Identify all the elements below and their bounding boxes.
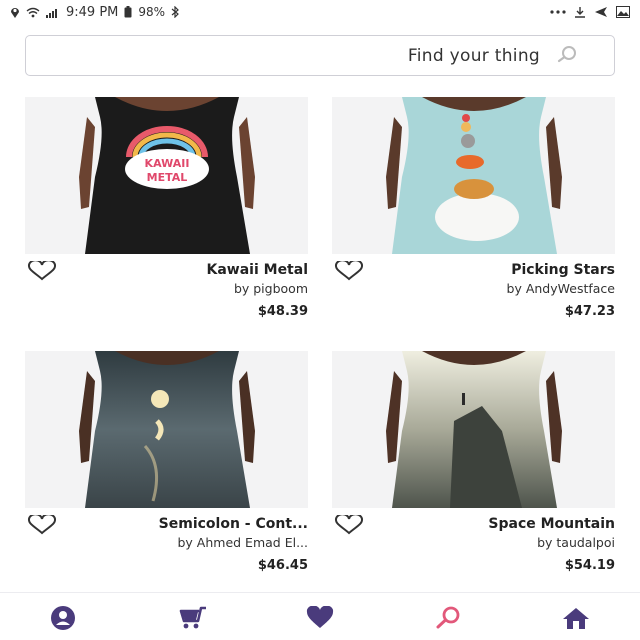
battery-icon [124, 6, 132, 18]
product-image[interactable]: KAWAII METAL [25, 97, 308, 254]
product-image[interactable] [25, 351, 308, 508]
product-title[interactable]: Kawaii Metal [206, 262, 308, 278]
product-card[interactable]: Space Mountain by taudalpoi $54.19 [332, 351, 615, 588]
more-icon [550, 10, 566, 14]
signal-icon [46, 7, 60, 18]
product-info: Semicolon - Cont... by Ahmed Emad El... … [25, 508, 308, 588]
download-icon [574, 6, 586, 18]
favorite-heart-icon[interactable] [25, 260, 59, 282]
bluetooth-icon [171, 6, 179, 18]
favorite-heart-icon[interactable] [332, 260, 366, 282]
nav-account-icon[interactable] [48, 603, 78, 633]
location-icon [10, 6, 20, 18]
nav-cart-icon[interactable] [178, 603, 208, 633]
favorite-heart-icon[interactable] [332, 514, 366, 536]
svg-text:METAL: METAL [147, 171, 188, 184]
product-info: Picking Stars by AndyWestface $47.23 [332, 254, 615, 334]
product-card[interactable]: KAWAII METAL Kawaii Metal by pigboom $48… [25, 97, 308, 334]
product-image[interactable] [332, 351, 615, 508]
send-icon [594, 6, 608, 18]
image-icon [616, 6, 630, 18]
product-card[interactable]: Semicolon - Cont... by Ahmed Emad El... … [25, 351, 308, 588]
product-info: Space Mountain by taudalpoi $54.19 [332, 508, 615, 588]
product-price: $47.23 [564, 304, 615, 319]
product-artist[interactable]: by AndyWestface [507, 281, 615, 296]
search-input[interactable]: Find your thing [25, 35, 615, 76]
nav-heart-icon[interactable] [305, 603, 335, 633]
favorite-heart-icon[interactable] [25, 514, 59, 536]
search-icon [556, 45, 578, 67]
product-artist[interactable]: by taudalpoi [537, 535, 615, 550]
product-card[interactable]: Picking Stars by AndyWestface $47.23 [332, 97, 615, 334]
product-price: $46.45 [257, 558, 308, 573]
product-title[interactable]: Semicolon - Cont... [159, 516, 308, 532]
battery-level: 98% [138, 5, 166, 19]
product-image[interactable] [332, 97, 615, 254]
product-price: $54.19 [564, 558, 615, 573]
search-placeholder: Find your thing [407, 45, 540, 66]
product-title[interactable]: Picking Stars [511, 262, 615, 278]
product-title[interactable]: Space Mountain [488, 516, 615, 532]
svg-text:KAWAII: KAWAII [145, 157, 190, 170]
product-info: Kawaii Metal by pigboom $48.39 [25, 254, 308, 334]
nav-home-icon[interactable] [561, 603, 591, 633]
product-artist[interactable]: by Ahmed Emad El... [178, 535, 309, 550]
product-artist[interactable]: by pigboom [234, 281, 308, 296]
status-left-group: 9:49 PM 98% [10, 5, 179, 20]
wifi-icon [26, 7, 40, 18]
nav-search-icon[interactable] [433, 603, 463, 633]
bottom-nav [0, 592, 640, 640]
product-price: $48.39 [257, 304, 308, 319]
status-time: 9:49 PM [66, 4, 119, 20]
status-bar: 9:49 PM 98% [0, 0, 640, 24]
status-right-group [550, 6, 630, 18]
